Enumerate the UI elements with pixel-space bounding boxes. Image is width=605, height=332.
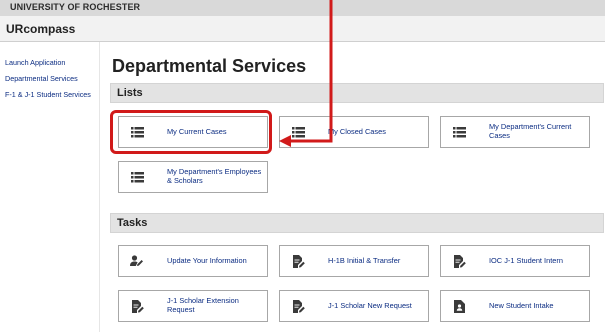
document-edit-icon: [441, 246, 477, 276]
sidebar-item-departmental-services[interactable]: Departmental Services: [5, 74, 78, 83]
tile-label: IOC J-1 Student Intern: [489, 255, 563, 265]
tile-h1b-initial-transfer[interactable]: H-1B Initial & Transfer: [279, 245, 429, 277]
page-title: Departmental Services: [112, 56, 307, 76]
tile-my-department-employees-scholars[interactable]: My Department's Employees & Scholars: [118, 161, 268, 193]
tile-update-your-information[interactable]: Update Your Information: [118, 245, 268, 277]
tile-j1-scholar-new-request[interactable]: J-1 Scholar New Request: [279, 290, 429, 322]
document-edit-icon: [119, 291, 155, 321]
tile-label: My Closed Cases: [328, 126, 386, 136]
lists-section-label: Lists: [117, 87, 143, 99]
tile-label: J-1 Scholar New Request: [328, 300, 412, 310]
university-bar: UNIVERSITY OF ROCHESTER: [0, 0, 605, 16]
user-edit-icon: [119, 246, 155, 276]
tasks-section-label: Tasks: [117, 217, 148, 229]
tile-label: H-1B Initial & Transfer: [328, 255, 401, 265]
app-header: URcompass: [0, 16, 605, 42]
tile-j1-scholar-extension-request[interactable]: J-1 Scholar Extension Request: [118, 290, 268, 322]
tile-my-current-cases[interactable]: My Current Cases: [118, 116, 268, 148]
tile-ioc-j1-student-intern[interactable]: IOC J-1 Student Intern: [440, 245, 590, 277]
tile-label: My Current Cases: [167, 126, 227, 136]
tile-label: My Department's Employees & Scholars: [167, 167, 262, 185]
document-edit-icon: [280, 291, 316, 321]
list-icon: [280, 117, 316, 147]
tile-my-closed-cases[interactable]: My Closed Cases: [279, 116, 429, 148]
sidebar-item-student-services[interactable]: F-1 & J-1 Student Services: [5, 90, 91, 99]
lists-section-header: Lists: [110, 83, 604, 103]
tile-label: My Department's Current Cases: [489, 122, 572, 140]
sidebar-item-launch-application[interactable]: Launch Application: [5, 58, 65, 67]
document-edit-icon: [280, 246, 316, 276]
tile-my-department-current-cases[interactable]: My Department's Current Cases: [440, 116, 590, 148]
id-card-icon: [441, 291, 477, 321]
list-icon: [119, 162, 155, 192]
tile-label: J-1 Scholar Extension Request: [167, 296, 239, 314]
tile-label: New Student Intake: [489, 300, 554, 310]
app-title[interactable]: URcompass: [6, 22, 75, 36]
tasks-section-header: Tasks: [110, 213, 604, 233]
university-name: UNIVERSITY OF ROCHESTER: [10, 2, 141, 12]
list-icon: [119, 117, 155, 147]
list-icon: [441, 117, 477, 147]
tile-label: Update Your Information: [167, 255, 247, 265]
tile-new-student-intake[interactable]: New Student Intake: [440, 290, 590, 322]
sidebar: Launch Application Departmental Services…: [0, 42, 100, 332]
